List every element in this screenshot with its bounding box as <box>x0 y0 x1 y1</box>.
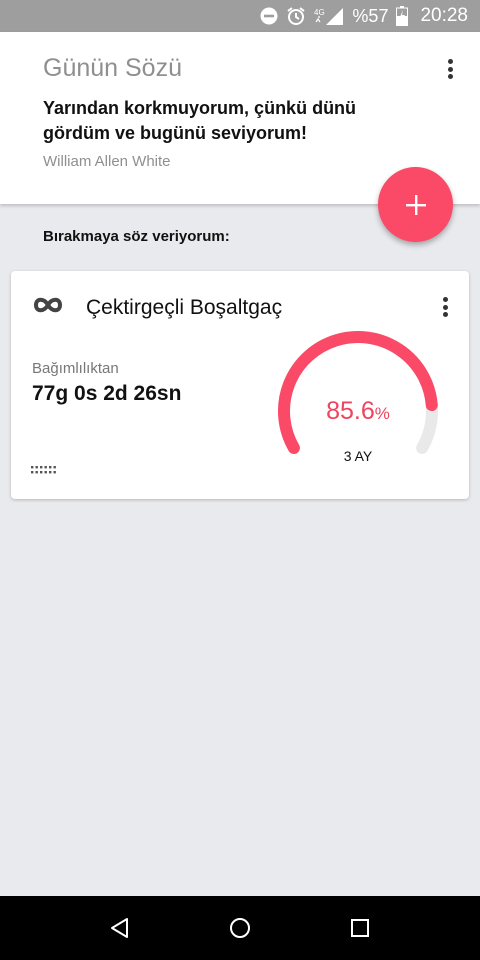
quote-title: Günün Sözü <box>43 54 182 82</box>
signal-icon: 4G <box>314 6 344 26</box>
progress-unit: % <box>374 404 390 423</box>
since-label: Bağımlılıktan <box>32 360 119 377</box>
plus-icon <box>405 194 426 215</box>
battery-charging-icon <box>396 6 409 26</box>
battery-percent: %57 <box>352 5 389 26</box>
do-not-disturb-icon <box>260 7 278 25</box>
section-label: Bırakmaya söz veriyorum: <box>43 228 230 245</box>
quote-author: William Allen White <box>43 153 171 170</box>
addiction-card[interactable]: Çektirgeçli Boşaltgaç Bağımlılıktan 77g … <box>11 271 469 499</box>
progress-number: 85.6 <box>326 397 375 425</box>
quote-more-options-icon[interactable] <box>438 56 462 82</box>
gauge-fill <box>278 331 438 454</box>
network-type-label: 4G <box>314 8 325 17</box>
addiction-more-options-icon[interactable] <box>433 295 457 319</box>
elapsed-time: 77g 0s 2d 26sn <box>32 382 182 405</box>
quote-text: Yarından korkmuyorum, çünkü dünü gördüm … <box>43 98 357 143</box>
addiction-title: Çektirgeçli Boşaltgaç <box>86 296 283 319</box>
clock: 20:28 <box>420 5 468 26</box>
navigation-bar <box>0 896 480 960</box>
alarm-icon <box>286 6 306 26</box>
recents-icon[interactable] <box>348 916 372 940</box>
goal-label: 3 AY <box>343 448 373 464</box>
home-icon[interactable] <box>228 916 252 940</box>
progress-value: 85.6% <box>273 397 443 426</box>
add-addiction-button[interactable] <box>378 167 453 242</box>
drag-handle-icon[interactable] <box>31 463 57 481</box>
back-icon[interactable] <box>108 916 132 940</box>
status-bar: 4G %57 20:28 <box>0 0 480 32</box>
infinity-icon <box>32 295 64 320</box>
